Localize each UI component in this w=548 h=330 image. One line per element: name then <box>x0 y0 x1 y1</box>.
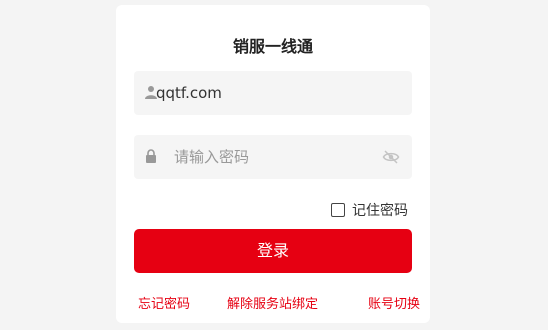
username-field[interactable]: qqtf.com <box>134 71 412 115</box>
remember-password[interactable]: 记住密码 <box>331 200 408 220</box>
unbind-station-link[interactable]: 解除服务站绑定 <box>227 293 318 312</box>
username-value: qqtf.com <box>156 84 222 102</box>
forgot-password-link[interactable]: 忘记密码 <box>138 293 190 312</box>
remember-label: 记住密码 <box>352 203 408 219</box>
password-field[interactable]: 请输入密码 <box>134 135 412 179</box>
lock-icon <box>146 149 156 163</box>
switch-account-link[interactable]: 账号切换 <box>368 293 420 312</box>
page-title: 销服一线通 <box>232 37 313 56</box>
login-card: 销服一线通 qqtf.com 请输入密码 记住密码 登录 忘记密码 解除服务站绑… <box>116 5 430 323</box>
password-placeholder: 请输入密码 <box>174 148 250 166</box>
login-button[interactable]: 登录 <box>134 229 412 273</box>
eye-off-icon[interactable] <box>382 148 400 166</box>
remember-checkbox[interactable] <box>331 203 345 217</box>
footer-links: 忘记密码 解除服务站绑定 账号切换 <box>116 293 430 313</box>
